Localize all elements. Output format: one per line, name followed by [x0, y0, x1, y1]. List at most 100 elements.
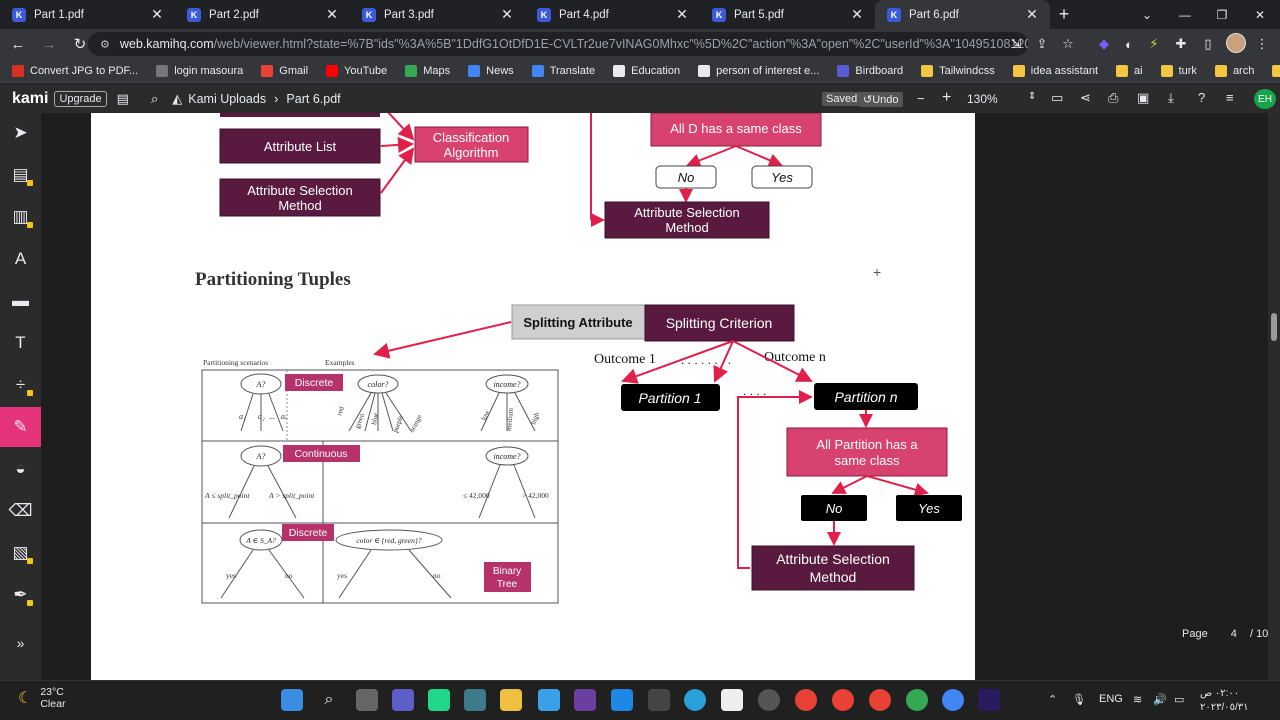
tab-part-3[interactable]: K Part 3.pdf ✕	[350, 0, 525, 29]
menu-icon[interactable]: ≡	[1226, 90, 1234, 105]
zoom-in-icon[interactable]: +	[942, 89, 951, 107]
mail-icon[interactable]	[538, 689, 560, 711]
search-taskbar-icon[interactable]: ⌕	[318, 689, 340, 711]
breadcrumb-root[interactable]: Kami Uploads	[188, 92, 266, 106]
bookmark-item[interactable]: idea assistant	[1012, 64, 1098, 77]
bookmark-item[interactable]: Translate	[531, 64, 595, 77]
extension-circle-icon[interactable]: ◐	[1119, 34, 1139, 54]
bookmark-item[interactable]: ai	[1116, 64, 1143, 77]
share-icon[interactable]: ⇪	[1032, 34, 1052, 54]
tab-part-4[interactable]: K Part 4.pdf ✕	[525, 0, 700, 29]
install-app-icon[interactable]: ⇲	[1006, 34, 1026, 54]
tab-close-icon[interactable]: ✕	[149, 6, 165, 23]
zoom-chevron-icon[interactable]: ⇕	[1028, 91, 1036, 102]
drawing-tool-icon[interactable]: ✎	[0, 407, 41, 447]
tray-chevron-icon[interactable]: ⌃	[1048, 693, 1057, 706]
print-icon[interactable]: ⎙	[1108, 90, 1118, 106]
start-icon[interactable]	[281, 689, 303, 711]
search-icon[interactable]: ⌕	[151, 91, 158, 107]
zoom-select[interactable]: 130%	[967, 92, 998, 106]
page-indicator[interactable]: Page 4 / 10	[1182, 628, 1268, 640]
vertical-scrollbar[interactable]	[1268, 113, 1280, 680]
bookmark-item[interactable]: login masoura	[156, 64, 243, 77]
sidebar-toggle-icon[interactable]: ▤	[117, 91, 129, 107]
minimize-button[interactable]: —	[1166, 0, 1204, 29]
microphone-icon[interactable]: 🎙	[1072, 693, 1086, 706]
pycharm-icon[interactable]	[428, 689, 450, 711]
text-box-tool-icon[interactable]: A	[0, 239, 41, 279]
tab-part-2[interactable]: K Part 2.pdf ✕	[175, 0, 350, 29]
select-tool-icon[interactable]: ➤	[0, 113, 41, 153]
tab-close-icon[interactable]: ✕	[1024, 6, 1040, 23]
tab-close-icon[interactable]: ✕	[674, 6, 690, 23]
side-panel-icon[interactable]: ▯	[1198, 34, 1218, 54]
phpstorm-icon[interactable]	[574, 689, 596, 711]
chrome-profile-4-icon[interactable]	[942, 689, 964, 711]
tab-part-6[interactable]: K Part 6.pdf ✕	[875, 0, 1050, 29]
url-field[interactable]: ⚙ web.kamihq.com/web/viewer.html?state=%…	[88, 32, 1028, 56]
chrome-profile-3-icon[interactable]	[906, 689, 928, 711]
new-tab-button[interactable]: +	[1050, 0, 1078, 29]
add-media-tool-icon[interactable]: ▧	[0, 533, 41, 573]
pdf-viewer[interactable]: Attribute List Attribute Selection Metho…	[41, 113, 1268, 680]
chrome-profile-icon[interactable]	[832, 689, 854, 711]
notion-icon[interactable]	[721, 689, 743, 711]
breadcrumb-file[interactable]: Part 6.pdf	[286, 92, 340, 106]
site-info-icon[interactable]: ⚙	[100, 38, 110, 51]
markup-tool-icon[interactable]: ▤	[0, 155, 41, 195]
comment-tool-icon[interactable]: ▬	[0, 281, 41, 321]
battery-icon[interactable]: ▭	[1174, 693, 1184, 706]
save-icon[interactable]: ▣	[1137, 90, 1149, 106]
extensions-puzzle-icon[interactable]: ✚	[1171, 34, 1191, 54]
extension-icon[interactable]: ◆	[1094, 34, 1114, 54]
chrome-menu-icon[interactable]: ⋮	[1252, 34, 1272, 54]
eraser-tool-icon[interactable]: ⌫	[0, 491, 41, 531]
kami-logo[interactable]: kami	[12, 90, 48, 108]
maximize-button[interactable]: ❐	[1203, 0, 1241, 29]
bookmark-star-icon[interactable]: ☆	[1058, 34, 1078, 54]
chrome-icon[interactable]	[795, 689, 817, 711]
bookmark-item[interactable]: Tailwindcss	[921, 64, 995, 77]
bookmark-item[interactable]: Convert JPG to PDF...	[12, 64, 138, 77]
datagrip-icon[interactable]	[464, 689, 486, 711]
tab-close-icon[interactable]: ✕	[324, 6, 340, 23]
close-window-button[interactable]: ✕	[1241, 0, 1279, 29]
tab-close-icon[interactable]: ✕	[499, 6, 515, 23]
tab-part-5[interactable]: K Part 5.pdf ✕	[700, 0, 875, 29]
language-indicator[interactable]: ENG	[1099, 693, 1123, 705]
zoom-out-icon[interactable]: −	[917, 91, 925, 106]
download-icon[interactable]: ⤓	[1168, 90, 1174, 106]
equation-tool-icon[interactable]: ÷	[0, 365, 41, 405]
premiere-icon[interactable]	[978, 689, 1000, 711]
extension-bolt-icon[interactable]: ⚡	[1144, 34, 1164, 54]
profile-avatar[interactable]	[1226, 33, 1246, 53]
wifi-icon[interactable]: ≋	[1133, 693, 1142, 706]
bookmark-item[interactable]: Education	[613, 64, 680, 77]
github-icon[interactable]	[648, 689, 670, 711]
upgrade-button[interactable]: Upgrade	[54, 90, 107, 107]
clock-time[interactable]: ٠٢:٠٠ ص	[1200, 688, 1239, 699]
bookmark-item[interactable]: person of interest e...	[698, 64, 819, 77]
chatgpt-icon[interactable]	[758, 689, 780, 711]
open-folder-icon[interactable]: ▭	[1051, 90, 1063, 106]
bookmark-item[interactable]: News	[468, 64, 514, 77]
volume-icon[interactable]: 🔊	[1153, 693, 1167, 706]
scrollbar-thumb[interactable]	[1271, 313, 1277, 341]
bookmark-item[interactable]: Birdboard	[837, 64, 903, 77]
bookmark-item[interactable]: turk	[1160, 64, 1197, 77]
tab-part-1[interactable]: K Part 1.pdf ✕	[0, 0, 175, 29]
expand-rail-icon[interactable]: »	[0, 623, 41, 663]
highlight-tool-icon[interactable]: ▥	[0, 197, 41, 237]
task-view-icon[interactable]	[356, 689, 378, 711]
clock-date[interactable]: ٢٠٢٣/٠٥/٣١	[1200, 702, 1249, 713]
weather-widget[interactable]: ☾ 23°C Clear	[18, 686, 65, 710]
tab-close-icon[interactable]: ✕	[849, 6, 865, 23]
text-tool-icon[interactable]: T	[0, 323, 41, 363]
chrome-profile-2-icon[interactable]	[869, 689, 891, 711]
telegram-icon[interactable]	[684, 689, 706, 711]
bookmark-item[interactable]: Gmail	[261, 64, 308, 77]
vscode-icon[interactable]	[611, 689, 633, 711]
kami-user-avatar[interactable]: EH	[1254, 89, 1276, 109]
forward-icon[interactable]: →	[36, 31, 62, 57]
shapes-tool-icon[interactable]: ◒	[0, 449, 41, 489]
